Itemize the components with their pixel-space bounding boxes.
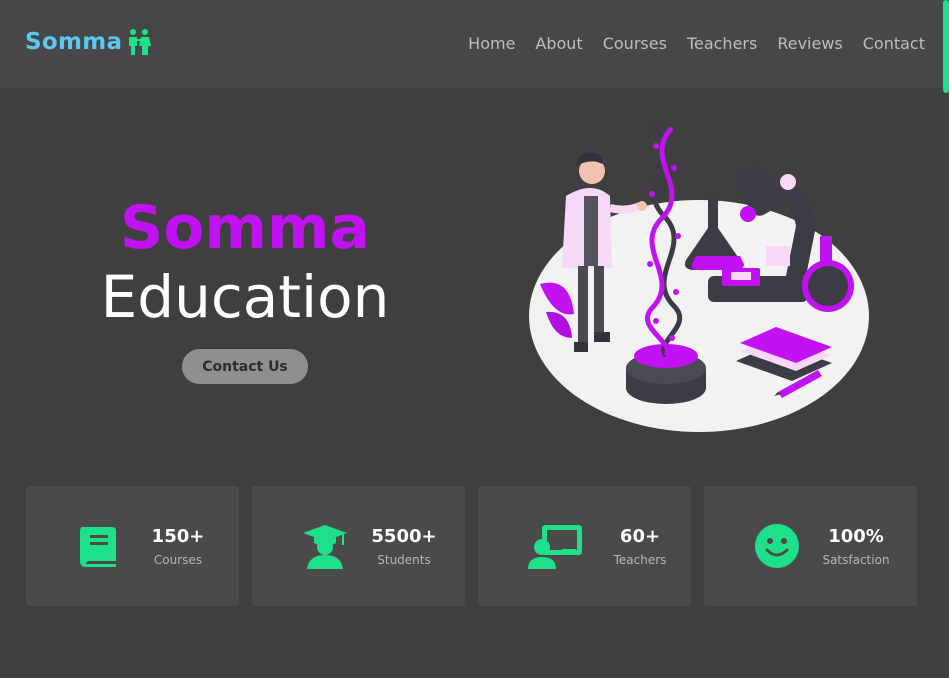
contact-us-button[interactable]: Contact Us — [182, 349, 308, 384]
stat-card-courses: 150+ Courses — [26, 486, 239, 606]
graduate-icon — [303, 525, 347, 569]
nav-about[interactable]: About — [535, 34, 582, 53]
stat-text: 60+ Teachers — [600, 526, 680, 567]
teacher-board-icon — [528, 525, 582, 569]
hero-title-brand: Somma — [120, 193, 370, 263]
navbar: Somma Home About Courses Teachers Review… — [0, 0, 949, 88]
stat-label: Students — [377, 552, 431, 567]
stat-value: 150+ — [151, 525, 205, 547]
book-icon — [80, 527, 116, 567]
children-icon — [129, 29, 152, 55]
stat-card-teachers: 60+ Teachers — [478, 486, 691, 606]
nav-contact[interactable]: Contact — [863, 34, 925, 53]
stat-text: 150+ Courses — [138, 526, 218, 567]
stat-card-satisfaction: 100% Satsfaction — [704, 486, 917, 606]
smiley-icon — [755, 524, 799, 568]
scrollbar[interactable] — [943, 0, 949, 93]
nav-teachers[interactable]: Teachers — [687, 34, 757, 53]
stat-card-students: 5500+ Students — [252, 486, 465, 606]
main-nav: Home About Courses Teachers Reviews Cont… — [448, 34, 925, 53]
stats-row: 150+ Courses 5500+ Students 60+ Teachers — [26, 486, 917, 606]
stat-value: 100% — [828, 525, 884, 547]
science-illustration — [529, 124, 869, 432]
hero-heading: Somma Education — [90, 192, 400, 330]
stat-label: Teachers — [613, 552, 667, 567]
stat-label: Satsfaction — [822, 552, 890, 567]
nav-courses[interactable]: Courses — [603, 34, 667, 53]
logo[interactable]: Somma — [25, 28, 152, 56]
stat-label: Courses — [153, 552, 203, 567]
stat-value: 60+ — [619, 525, 661, 547]
nav-home[interactable]: Home — [468, 34, 515, 53]
hero-title-subject: Education — [100, 263, 390, 331]
stat-text: 5500+ Students — [364, 526, 444, 567]
nav-reviews[interactable]: Reviews — [777, 34, 842, 53]
stat-value: 5500+ — [371, 525, 437, 547]
logo-text: Somma — [25, 29, 123, 55]
stat-text: 100% Satsfaction — [816, 526, 896, 567]
